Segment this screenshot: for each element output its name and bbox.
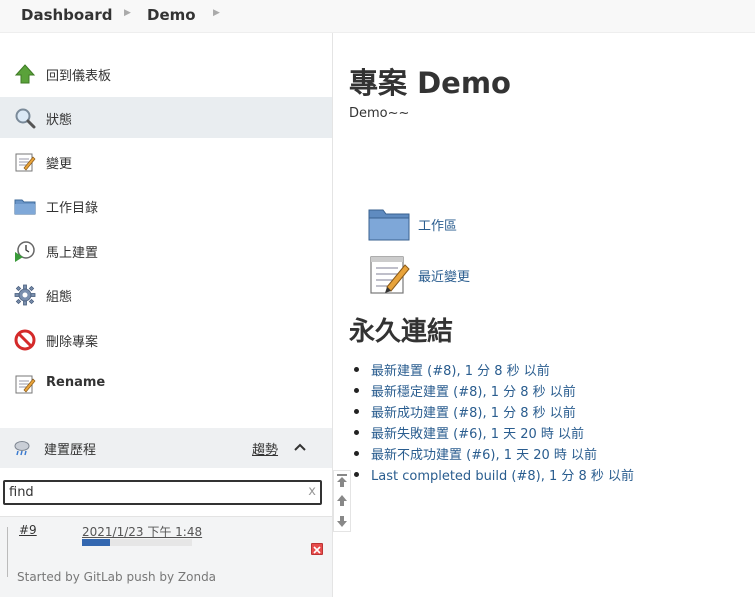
build-number-link[interactable]: #9 xyxy=(19,523,37,537)
build-row: #9 2021/1/23 下午 1:48 Started by GitLab p… xyxy=(0,516,332,597)
task-status[interactable]: 狀態 xyxy=(0,97,332,138)
task-configure[interactable]: 組態 xyxy=(0,274,332,315)
task-label: Rename xyxy=(46,375,106,390)
build-search-input[interactable] xyxy=(9,483,299,502)
task-build-now[interactable]: 馬上建置 xyxy=(0,230,332,271)
task-back-to-dashboard[interactable]: 回到儀表板 xyxy=(0,53,332,94)
permalinks-title: 永久連結 xyxy=(349,317,454,347)
task-rename[interactable]: Rename xyxy=(0,363,332,404)
task-label: 刪除專案 xyxy=(46,335,99,350)
task-label: 狀態 xyxy=(46,113,73,128)
chevron-right-icon[interactable]: ▶ xyxy=(124,8,131,18)
recent-changes-link[interactable]: 最近變更 xyxy=(367,253,567,299)
build-date-link[interactable]: 2021/1/23 下午 1:48 xyxy=(82,523,202,540)
notepad-icon xyxy=(367,253,411,297)
scroll-down-icon[interactable] xyxy=(336,514,348,528)
sidebar: 回到儀表板 狀態 變更 工作目錄 馬上建置 組態 刪除專案 Rename 建置歷… xyxy=(0,33,333,597)
task-label: 工作目錄 xyxy=(46,201,99,216)
task-label: 馬上建置 xyxy=(46,246,99,261)
weather-cloud-icon xyxy=(12,437,32,457)
gear-icon xyxy=(14,284,36,306)
notepad-icon xyxy=(14,373,36,395)
build-history-title: 建置歷程 xyxy=(44,443,97,458)
up-arrow-icon xyxy=(14,63,36,85)
task-delete-project[interactable]: 刪除專案 xyxy=(0,319,332,360)
page-title: 專案 Demo xyxy=(349,66,511,100)
notepad-icon xyxy=(14,151,36,173)
trend-link[interactable]: 趨勢 xyxy=(252,439,278,458)
task-changes[interactable]: 變更 xyxy=(0,141,332,182)
recent-changes-label[interactable]: 最近變更 xyxy=(418,266,470,285)
breadcrumb: Dashboard ▶ Demo ▶ xyxy=(0,0,755,33)
magnifier-icon xyxy=(14,107,36,129)
permalink-last-failed[interactable]: 最新失敗建置 (#6), 1 天 20 時 以前 xyxy=(353,423,634,444)
workspace-label[interactable]: 工作區 xyxy=(418,215,457,234)
build-progress-bar xyxy=(82,539,192,546)
chevron-right-icon[interactable]: ▶ xyxy=(213,8,220,18)
permalinks-list: 最新建置 (#8), 1 分 8 秒 以前 最新穩定建置 (#8), 1 分 8… xyxy=(353,360,634,486)
clock-play-icon xyxy=(14,240,36,262)
build-progress-fill xyxy=(82,539,110,546)
permalink-last-stable[interactable]: 最新穩定建置 (#8), 1 分 8 秒 以前 xyxy=(353,381,634,402)
workspace-link[interactable]: 工作區 xyxy=(367,202,567,248)
build-cause: Started by GitLab push by Zonda xyxy=(17,570,217,584)
chevron-up-icon[interactable] xyxy=(291,438,309,456)
permalink-last-successful[interactable]: 最新成功建置 (#8), 1 分 8 秒 以前 xyxy=(353,402,634,423)
scroll-up-icon[interactable] xyxy=(336,494,348,508)
folder-icon xyxy=(14,195,36,217)
project-description: Demo~~ xyxy=(349,106,410,121)
build-search-box: x xyxy=(3,480,322,505)
timeline-line xyxy=(7,527,8,577)
build-history-header: 建置歷程 趨勢 xyxy=(0,428,332,468)
folder-icon xyxy=(367,202,411,246)
permalink-last-completed[interactable]: Last completed build (#8), 1 分 8 秒 以前 xyxy=(353,465,634,486)
task-label: 變更 xyxy=(46,157,73,172)
cancel-build-icon[interactable] xyxy=(311,543,323,555)
main-panel: 專案 Demo Demo~~ 工作區 最近變更 永久連結 最新建置 (#8), … xyxy=(349,33,755,597)
clear-search-button[interactable]: x xyxy=(308,484,316,499)
scroll-to-top-icon[interactable] xyxy=(336,474,348,488)
no-entry-icon xyxy=(14,329,36,351)
breadcrumb-demo[interactable]: Demo xyxy=(147,6,196,24)
permalink-last-unsuccessful[interactable]: 最新不成功建置 (#6), 1 天 20 時 以前 xyxy=(353,444,634,465)
task-label: 回到儀表板 xyxy=(46,69,112,84)
breadcrumb-dashboard[interactable]: Dashboard xyxy=(21,6,112,24)
permalink-last-build[interactable]: 最新建置 (#8), 1 分 8 秒 以前 xyxy=(353,360,634,381)
task-label: 組態 xyxy=(46,290,73,305)
task-workspace[interactable]: 工作目錄 xyxy=(0,185,332,226)
